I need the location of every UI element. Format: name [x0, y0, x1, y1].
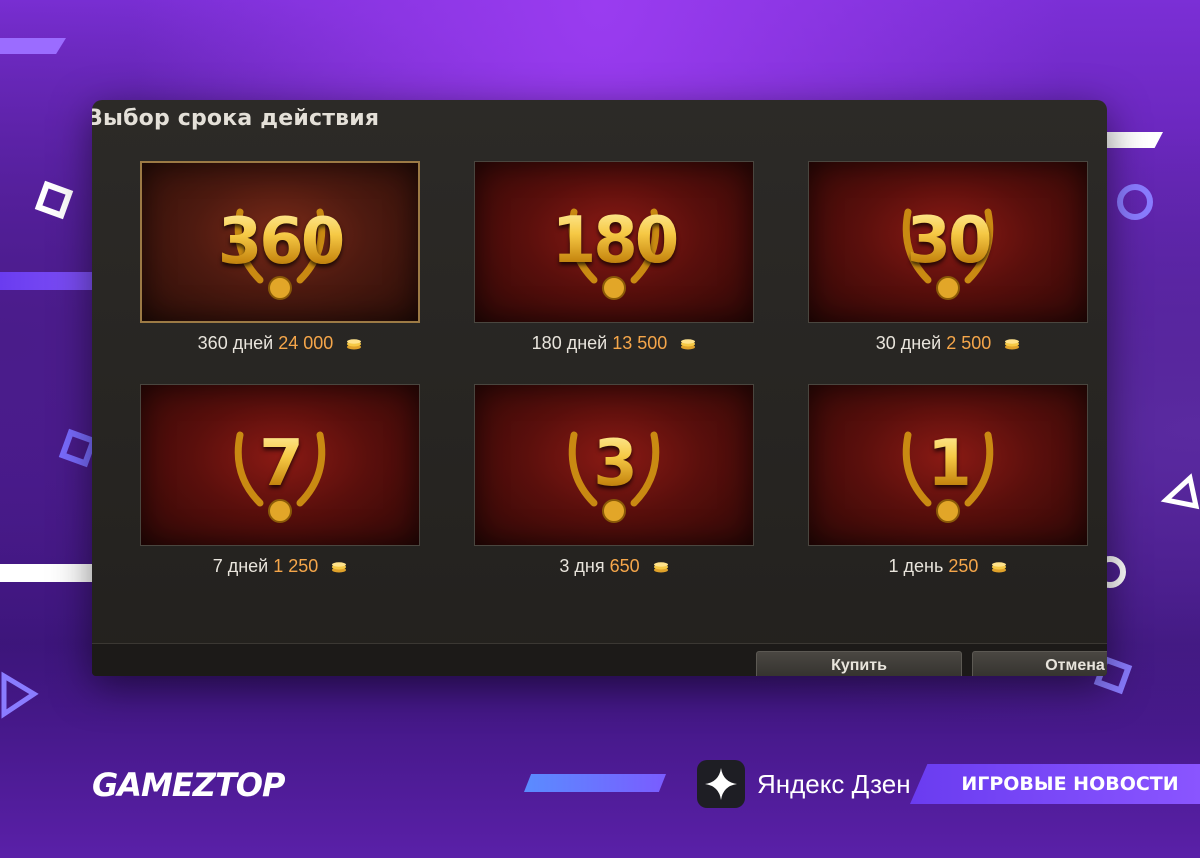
option-number: 1 — [809, 427, 1087, 501]
gameztop-logo: GAMEZTOP — [92, 766, 285, 804]
option-360[interactable]: 360 360 дней 24 000 — [140, 161, 420, 354]
option-number: 180 — [475, 204, 753, 278]
option-1[interactable]: 1 1 день 250 — [808, 384, 1088, 577]
option-3[interactable]: 3 3 дня 650 — [474, 384, 754, 577]
game-news-tag[interactable]: ИГРОВЫЕ НОВОСТИ — [910, 764, 1200, 804]
option-price-line: 3 дня 650 — [474, 556, 754, 577]
gold-coin-icon — [681, 339, 696, 350]
option-card[interactable]: 360 — [140, 161, 420, 323]
zen-label: Яндекс Дзен — [757, 768, 911, 799]
option-number: 30 — [809, 204, 1087, 278]
option-card[interactable]: 30 — [808, 161, 1088, 323]
triangle-outline-icon — [1160, 473, 1200, 510]
option-price-line: 1 день 250 — [808, 556, 1088, 577]
option-price: 2 500 — [946, 333, 992, 353]
option-price: 24 000 — [278, 333, 334, 353]
circle-outline-icon — [1117, 184, 1153, 220]
option-30[interactable]: 30 30 дней 2 500 — [808, 161, 1088, 354]
option-number: 7 — [141, 427, 419, 501]
option-price-line: 360 дней 24 000 — [140, 333, 420, 354]
decor-stripe — [0, 38, 66, 54]
option-price-line: 180 дней 13 500 — [474, 333, 754, 354]
decor-stripe — [1107, 132, 1163, 148]
triangle-outline-icon — [1, 671, 39, 719]
yandex-zen-badge[interactable]: Яндекс Дзен — [697, 758, 911, 810]
option-days: 3 дня — [559, 556, 605, 576]
option-days: 7 дней — [212, 556, 269, 576]
option-price: 650 — [609, 556, 640, 576]
option-card[interactable]: 180 — [474, 161, 754, 323]
option-price: 1 250 — [273, 556, 319, 576]
gold-coin-icon — [347, 339, 362, 350]
option-card[interactable]: 3 — [474, 384, 754, 546]
option-price-line: 7 дней 1 250 — [140, 556, 420, 577]
zen-star-icon — [697, 760, 745, 808]
option-days: 360 дней — [197, 333, 274, 353]
option-180[interactable]: 180 180 дней 13 500 — [474, 161, 754, 354]
option-price: 250 — [948, 556, 979, 576]
option-number: 3 — [475, 427, 753, 501]
gold-coin-icon — [653, 562, 668, 573]
decor-stripe — [524, 774, 666, 792]
option-card[interactable]: 1 — [808, 384, 1088, 546]
option-price-line: 30 дней 2 500 — [808, 333, 1088, 354]
option-price: 13 500 — [612, 333, 668, 353]
option-card[interactable]: 7 — [140, 384, 420, 546]
gold-coin-icon — [992, 562, 1007, 573]
cancel-button[interactable]: Отмена — [972, 651, 1107, 676]
square-outline-icon — [34, 180, 74, 220]
gold-coin-icon — [1005, 339, 1020, 350]
option-days: 1 день — [888, 556, 944, 576]
option-days: 180 дней — [531, 333, 608, 353]
option-number: 360 — [142, 205, 418, 279]
options-grid: 360 360 дней 24 000 180 180 дней 13 500 — [92, 100, 1107, 676]
duration-dialog: Выбор срока действия 360 360 дней 24 000 — [92, 100, 1107, 676]
buy-button[interactable]: Купить — [756, 651, 962, 676]
option-days: 30 дней — [875, 333, 942, 353]
gold-coin-icon — [332, 562, 347, 573]
option-7[interactable]: 7 7 дней 1 250 — [140, 384, 420, 577]
